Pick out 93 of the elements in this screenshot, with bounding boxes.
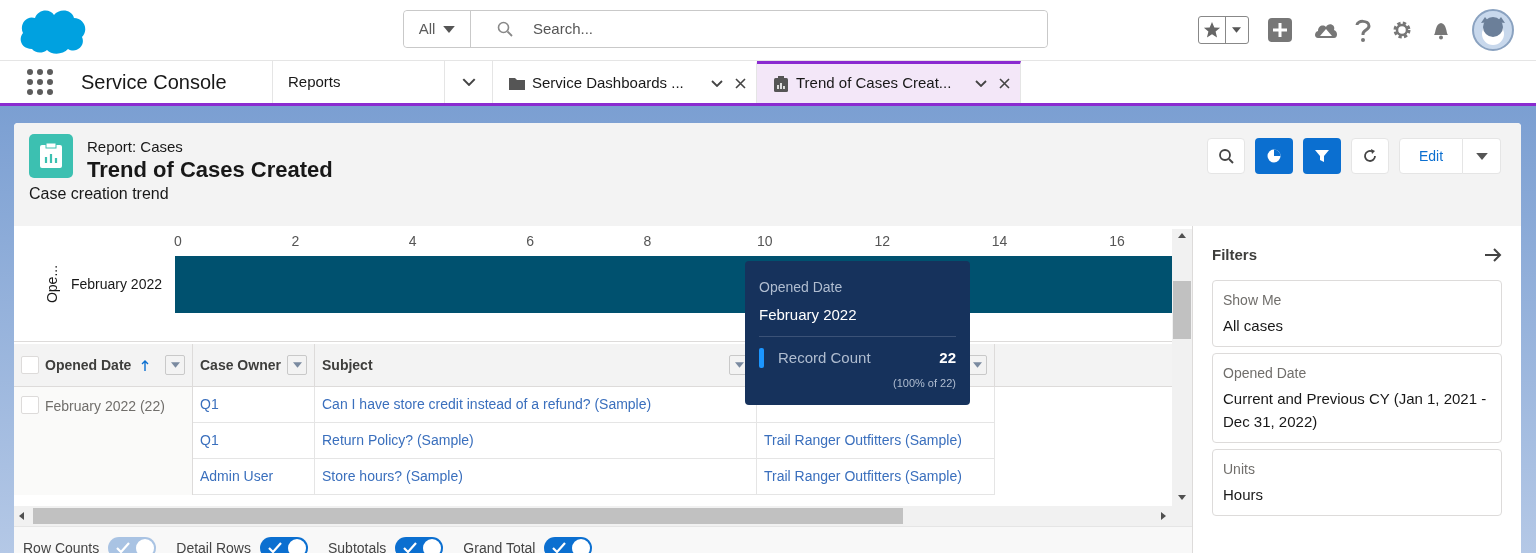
help-icon[interactable]: [1353, 18, 1373, 42]
toggle-label: Subtotals: [327, 538, 387, 553]
scroll-right-icon[interactable]: [1161, 512, 1166, 520]
close-icon[interactable]: [999, 78, 1010, 89]
toolbar-filter-button[interactable]: [1303, 138, 1341, 174]
table-link[interactable]: Q1: [200, 430, 219, 451]
filter-card[interactable]: Opened Date Current and Previous CY (Jan 1, 2021 - Dec 31, 2022): [1212, 352, 1502, 443]
toolbar-chart-button[interactable]: [1255, 138, 1293, 174]
toolbar-search-button[interactable]: [1207, 138, 1245, 174]
scroll-up-icon[interactable]: [1178, 233, 1186, 238]
table-link[interactable]: Trail Ranger Outfitters (Sample): [764, 466, 962, 487]
column-label: Opened Date: [45, 355, 132, 375]
edit-menu-button[interactable]: [1463, 138, 1501, 174]
checkbox[interactable]: [21, 396, 39, 414]
app-launcher-icon[interactable]: [27, 69, 53, 95]
caret-icon: [170, 362, 180, 368]
filter-icon: [1314, 148, 1330, 164]
group-label: February 2022 (22): [45, 397, 165, 416]
add-icon[interactable]: [1268, 18, 1292, 42]
series-marker: [759, 347, 764, 368]
tab-label: Trend of Cases Creat...: [796, 73, 953, 94]
filter-value: All cases: [1223, 315, 1285, 336]
filter-label: Show Me: [1223, 290, 1283, 310]
column-label: Subject: [322, 355, 373, 375]
tooltip-count: 22: [939, 347, 956, 368]
search-icon: [1218, 148, 1234, 164]
table-link[interactable]: Admin User: [200, 466, 274, 487]
sort-ascending-icon[interactable]: [141, 359, 150, 371]
report-type: Report: Cases: [87, 137, 183, 157]
y-axis-title: Ope...: [44, 264, 60, 304]
column-label: Case Owner: [200, 355, 281, 375]
caret-icon: [292, 362, 302, 368]
filters-title: Filters: [1212, 245, 1257, 265]
toggle-label: Detail Rows: [176, 538, 251, 553]
chevron-down-icon[interactable]: [975, 80, 987, 87]
toggle-switch[interactable]: [544, 537, 593, 553]
app-name: Service Console: [81, 70, 227, 95]
table-link[interactable]: Store hours? (Sample): [322, 466, 463, 487]
settings-icon[interactable]: [1392, 20, 1412, 40]
scroll-thumb[interactable]: [1173, 281, 1191, 339]
check-icon: [116, 542, 131, 553]
toggle-label: Row Counts: [23, 538, 100, 553]
x-axis-labels: 0 2 4 6 8 10 12 14 16: [174, 233, 1125, 249]
pie-chart-icon: [1266, 148, 1282, 164]
close-icon[interactable]: [735, 78, 746, 89]
star-icon: [1203, 21, 1221, 39]
toggle-label: Grand Total: [463, 538, 536, 553]
caret-icon: [1475, 152, 1488, 160]
arrow-right-icon[interactable]: [1484, 248, 1502, 263]
report-icon: [773, 75, 789, 92]
toggle-switch[interactable]: [395, 537, 444, 553]
table-link[interactable]: Trail Ranger Outfitters (Sample): [764, 430, 962, 451]
avatar-icon[interactable]: [1472, 9, 1514, 51]
edit-button[interactable]: Edit: [1399, 138, 1463, 174]
scroll-down-icon[interactable]: [1178, 495, 1186, 500]
toolbar-refresh-button[interactable]: [1351, 138, 1389, 174]
favorites-button[interactable]: [1198, 16, 1249, 44]
chevron-down-icon[interactable]: [711, 80, 723, 87]
toggle-switch[interactable]: [259, 537, 308, 553]
caret-icon: [972, 362, 982, 368]
filter-value: Current and Previous CY (Jan 1, 2021 - Dec 31, 2022): [1223, 388, 1488, 432]
tooltip-label: Opened Date: [759, 278, 844, 297]
filter-value: Hours: [1223, 484, 1264, 505]
check-icon: [552, 542, 567, 553]
check-icon: [267, 542, 282, 553]
horizontal-scrollbar[interactable]: [14, 506, 1192, 526]
notifications-icon[interactable]: [1431, 20, 1451, 40]
report-icon: [29, 134, 73, 178]
caret-icon: [734, 362, 744, 368]
checkbox[interactable]: [21, 356, 39, 374]
filter-card[interactable]: Show Me All cases: [1212, 279, 1502, 347]
filter-label: Units: [1223, 459, 1256, 479]
caret-icon: [1232, 27, 1241, 33]
check-icon: [403, 542, 418, 553]
scroll-left-icon[interactable]: [19, 512, 24, 520]
console-tab[interactable]: Trend of Cases Creat...: [757, 61, 1021, 103]
tab-label: Service Dashboards ...: [532, 73, 685, 94]
table-link[interactable]: Return Policy? (Sample): [322, 430, 474, 451]
table-link[interactable]: Can I have store credit instead of a refund? (Sample): [322, 394, 652, 415]
tooltip-measure: Record Count: [778, 347, 872, 368]
tooltip-share: (100% of 22): [893, 376, 956, 391]
table-link[interactable]: Q1: [200, 394, 219, 415]
category-label: February 2022: [70, 276, 162, 292]
report-description: Case creation trend: [29, 184, 169, 204]
chevron-down-icon: [461, 78, 476, 86]
scroll-thumb[interactable]: [33, 508, 903, 524]
tooltip-value: February 2022: [759, 305, 858, 325]
vertical-scrollbar[interactable]: [1172, 229, 1192, 506]
report-title: Trend of Cases Created: [87, 156, 333, 184]
filter-card[interactable]: Units Hours: [1212, 448, 1502, 516]
folder-icon: [509, 75, 525, 92]
refresh-icon: [1362, 148, 1378, 164]
filter-label: Opened Date: [1223, 363, 1308, 383]
